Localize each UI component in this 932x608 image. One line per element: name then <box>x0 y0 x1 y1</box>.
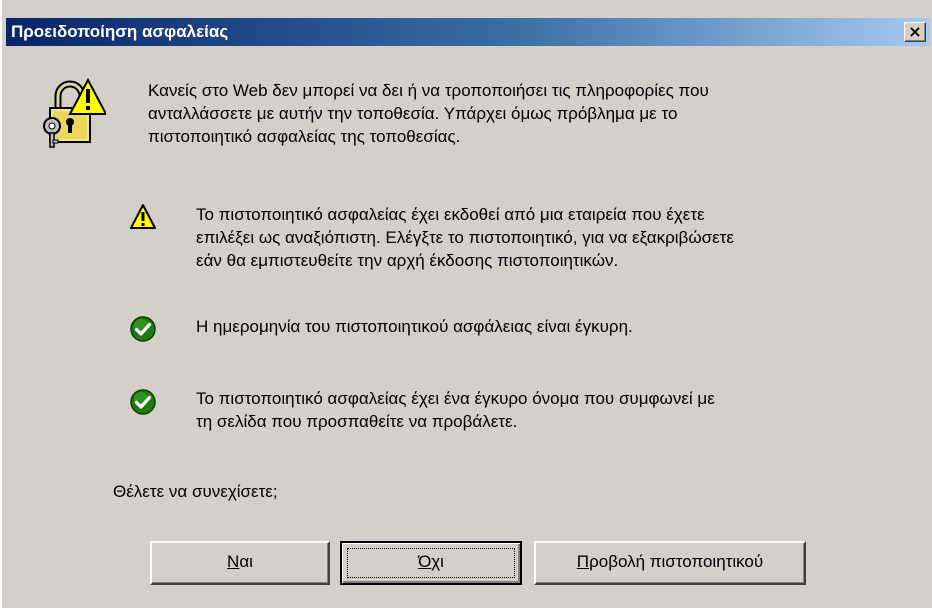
intro-text: Κανείς στο Web δεν μπορεί να δει ή να τρ… <box>148 79 709 148</box>
warning-triangle-icon <box>130 204 156 229</box>
view-certificate-button[interactable]: Προβολή πιστοποιητικού <box>534 541 806 585</box>
label-rest: αι <box>239 552 253 571</box>
intro-line: ανταλλάσσετε με αυτήν την τοποθεσία. Υπά… <box>148 104 678 123</box>
padlock-warning-icon <box>43 78 106 148</box>
dialog-title: Προειδοποίηση ασφαλείας <box>11 22 229 41</box>
close-button[interactable]: × <box>904 22 926 42</box>
intro-line: Κανείς στο Web δεν μπορεί να δει ή να τρ… <box>148 81 709 100</box>
accelerator-key: Π <box>576 552 590 571</box>
check-text-line: επιλέξει ως αναξιόπιστη. Ελέγξτε το πιστ… <box>196 228 734 247</box>
accelerator-key: Ν <box>227 552 240 571</box>
label-rest: χι <box>431 552 444 571</box>
check-item-name: Το πιστοποιητικό ασφαλείας έχει ένα έγκυ… <box>196 387 715 433</box>
check-text-line: τη σελίδα που προσπαθείτε να προβάλετε. <box>196 412 518 431</box>
security-alert-dialog: Προειδοποίηση ασφαλείας × Κανείς στο Web… <box>0 0 932 608</box>
title-bar[interactable]: Προειδοποίηση ασφαλείας × <box>6 18 930 46</box>
accelerator-key: Ό <box>418 552 432 571</box>
check-text-line: Το πιστοποιητικό ασφαλείας έχει ένα έγκυ… <box>196 389 715 408</box>
close-icon: × <box>908 22 922 41</box>
intro-line: πιστοποιητικό ασφαλείας της τοποθεσίας. <box>148 127 461 146</box>
view-certificate-button-label: Προβολή πιστοποιητικού <box>577 552 763 571</box>
yes-button[interactable]: Ναι <box>150 541 330 585</box>
checkmark-circle-icon <box>130 316 156 342</box>
check-item-date: Η ημερομηνία του πιστοποιητικού ασφάλεια… <box>196 315 633 338</box>
no-button[interactable]: Όχι <box>340 541 522 585</box>
no-button-label: Όχι <box>418 552 444 571</box>
check-item-issuer: Το πιστοποιητικό ασφαλείας έχει εκδοθεί … <box>196 203 734 272</box>
check-text-line: Το πιστοποιητικό ασφαλείας έχει εκδοθεί … <box>196 205 705 224</box>
check-text-line: Η ημερομηνία του πιστοποιητικού ασφάλεια… <box>196 317 633 336</box>
check-text-line: εάν θα εμπιστευθείτε την αρχή έκδοσης πι… <box>196 251 619 270</box>
question-text: Θέλετε να συνεχίσετε; <box>113 482 278 501</box>
checkmark-circle-icon <box>130 389 156 415</box>
label-rest: ροβολή πιστοποιητικού <box>589 552 764 571</box>
yes-button-label: Ναι <box>227 552 253 571</box>
